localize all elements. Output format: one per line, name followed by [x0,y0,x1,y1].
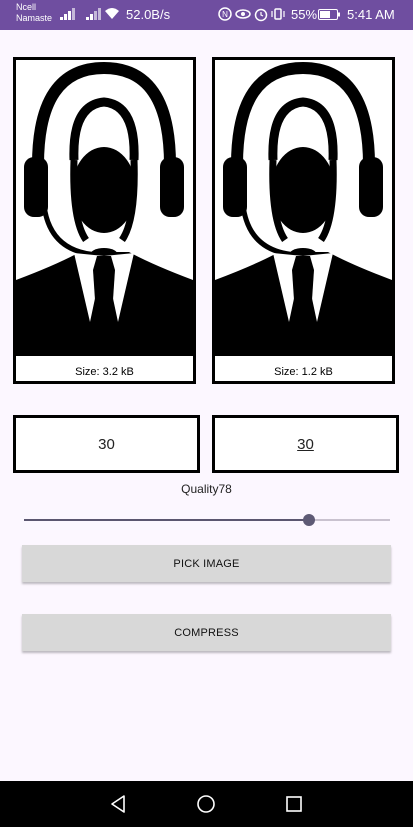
original-image-card: Size: 3.2 kB [13,57,196,384]
slider-active-track [24,519,310,521]
carrier-line2: Namaste [16,13,53,23]
quality-label: Quality78 [181,482,232,496]
pick-image-button[interactable]: PICK IMAGE [22,545,391,582]
vibrate-icon [271,8,285,20]
original-size-label: Size: 3.2 kB [75,366,134,378]
home-icon[interactable] [195,793,217,815]
battery-icon [318,9,340,20]
width-value: 30 [98,435,115,453]
nfc-icon: N [218,7,232,21]
support-agent-image [16,61,193,356]
slider-thumb[interactable] [303,514,316,526]
eye-icon [235,9,251,19]
status-icons: N [218,7,285,22]
compressed-image-card: Size: 1.2 kB [212,57,395,384]
svg-text:N: N [222,10,228,19]
compressed-size-label: Size: 1.2 kB [274,366,333,378]
compress-button[interactable]: COMPRESS [22,614,391,651]
navigation-bar [0,781,413,827]
net-speed: 52.0B/s [126,7,171,22]
carrier-line1: Ncell [16,2,37,12]
quality-slider[interactable] [24,513,390,527]
height-value: 30 [297,435,314,453]
height-field[interactable]: 30 [212,415,399,473]
back-icon[interactable] [107,793,129,815]
width-field[interactable]: 30 [13,415,200,473]
wifi-icon [105,8,119,19]
alarm-icon [254,8,268,22]
support-agent-image [215,61,392,356]
signal-icon [60,8,75,20]
battery-percent: 55% [291,7,318,22]
clock: 5:41 AM [347,7,395,22]
signal-icon [86,8,101,20]
recents-icon[interactable] [283,793,305,815]
carrier-name: Ncell Namaste [16,2,52,24]
status-bar: Ncell Namaste 52.0B/s N 55% 5:41 AM [0,0,413,30]
